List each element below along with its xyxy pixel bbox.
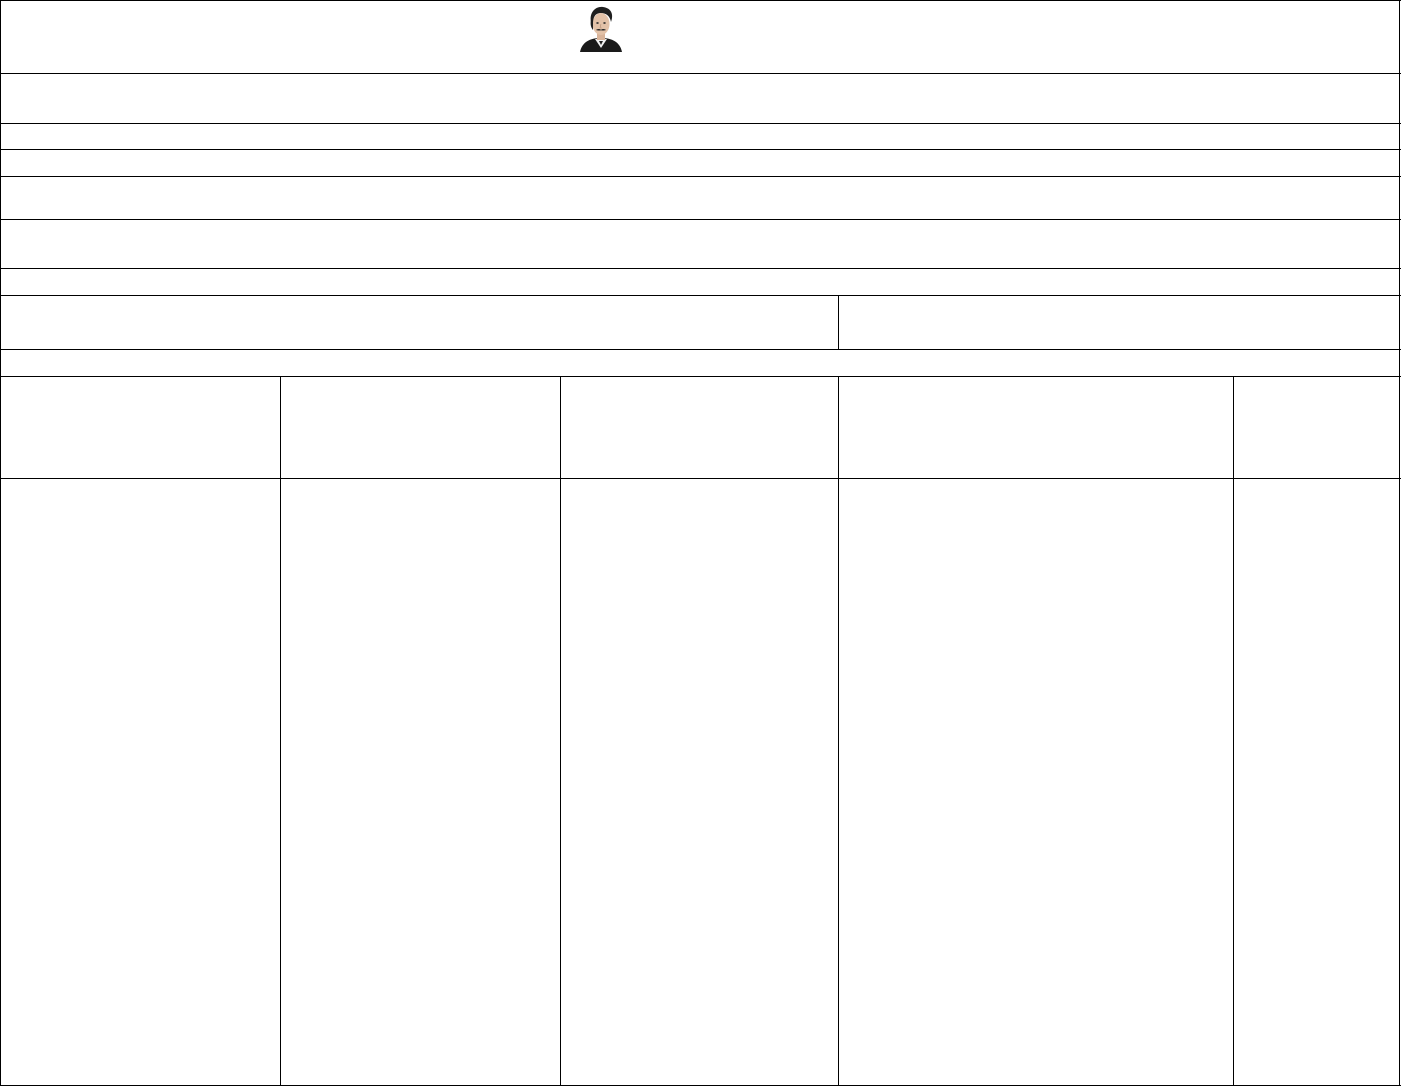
table-col-divider-1	[280, 376, 281, 1086]
table-col-divider-2	[560, 376, 561, 1086]
row-divider-4	[0, 176, 1401, 177]
row-divider-8	[0, 349, 1401, 350]
row-divider-1	[0, 73, 1401, 74]
document-page	[0, 0, 1401, 1087]
split-row-divider	[838, 295, 839, 350]
table-header-divider	[0, 478, 1401, 479]
border-top	[0, 0, 1401, 1]
table-col-divider-4	[1233, 376, 1234, 1086]
row-divider-6	[0, 268, 1401, 269]
row-divider-2	[0, 123, 1401, 124]
row-divider-7	[0, 295, 1401, 296]
border-right	[1399, 0, 1400, 1086]
row-divider-3	[0, 149, 1401, 150]
border-left	[0, 0, 1, 1086]
row-divider-9	[0, 376, 1401, 377]
border-bottom	[0, 1085, 1401, 1086]
portrait-logo	[580, 6, 622, 52]
row-divider-5	[0, 219, 1401, 220]
table-col-divider-3	[838, 376, 839, 1086]
